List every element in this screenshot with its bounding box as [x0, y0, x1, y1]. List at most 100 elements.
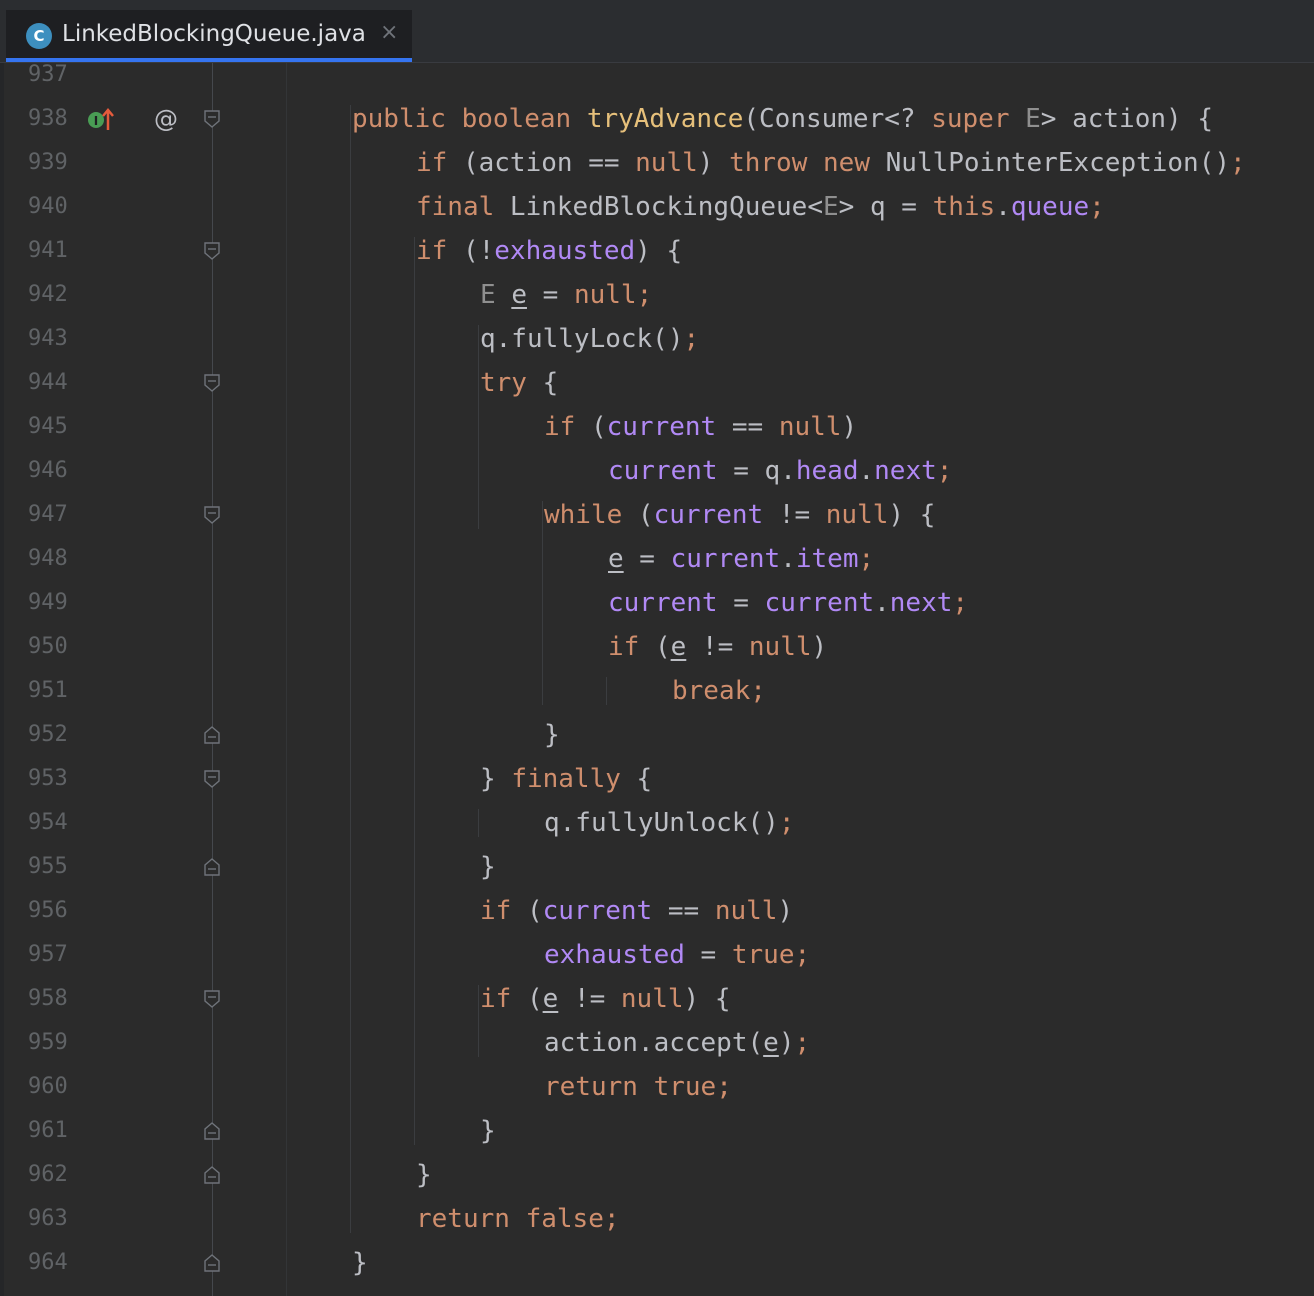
code-line[interactable]: 951 break; [0, 669, 1314, 713]
code-line[interactable]: 958 if (e != null) { [0, 977, 1314, 1021]
code-line[interactable]: 950 if (e != null) [0, 625, 1314, 669]
code-token: ( [526, 984, 543, 1014]
code-line[interactable]: 948 e = current.item; [0, 537, 1314, 581]
code-editor[interactable]: 937 938 I @ public boolean tryAdvance(Consum… [0, 63, 1314, 1296]
code-token: ) [841, 412, 858, 442]
annotation-icon[interactable]: @ [154, 97, 178, 141]
code-token: ; [636, 280, 653, 310]
code-line[interactable]: 956 if (current == null) [0, 889, 1314, 933]
code-token: . [995, 192, 1011, 222]
close-icon[interactable]: × [380, 20, 398, 45]
code-token: return [416, 1204, 526, 1234]
fold-close-icon[interactable] [203, 857, 221, 877]
code-line[interactable]: 939 if (action == null) throw new NullPoi… [0, 141, 1314, 185]
code-token: E [480, 280, 512, 310]
code-line[interactable]: 947 while (current != null) { [0, 493, 1314, 537]
code-line[interactable]: 949 current = current.next; [0, 581, 1314, 625]
code-text: if (!exhausted) { [416, 229, 682, 273]
code-token: null [778, 412, 842, 442]
line-number: 959 [28, 1030, 68, 1055]
code-token: != [686, 632, 749, 662]
line-number: 957 [28, 942, 68, 967]
code-token: > action) { [1040, 104, 1213, 134]
code-line[interactable]: 945 if (current == null) [0, 405, 1314, 449]
code-line[interactable]: 952} [0, 713, 1314, 757]
code-token: = q. [717, 456, 796, 486]
code-text: } [416, 1153, 432, 1197]
code-token: throw [729, 148, 824, 178]
code-token: return [544, 1072, 654, 1102]
code-token: LinkedBlockingQueue< [509, 192, 823, 222]
code-token: } [544, 720, 560, 750]
code-token: . [780, 544, 796, 574]
code-line[interactable]: 941 if (!exhausted) { [0, 229, 1314, 273]
code-token: current [608, 588, 718, 618]
code-token: (action == [462, 148, 636, 178]
fold-close-icon[interactable] [203, 1253, 221, 1273]
code-line[interactable]: 938 I @ public boolean tryAdvance(Consumer<… [0, 97, 1314, 141]
code-token: if [544, 412, 591, 442]
code-line[interactable]: 946 current = q.head.next; [0, 449, 1314, 493]
code-line[interactable]: 964} [0, 1241, 1314, 1285]
line-number: 961 [28, 1118, 68, 1143]
code-token: e [670, 632, 687, 662]
code-token: null [714, 896, 778, 926]
line-number: 939 [28, 150, 68, 175]
code-token: head [795, 456, 859, 486]
fold-close-icon[interactable] [203, 1121, 221, 1141]
code-line[interactable]: 953} finally { [0, 757, 1314, 801]
indent-guide [542, 501, 543, 705]
code-token: null [620, 984, 684, 1014]
fold-close-icon[interactable] [203, 725, 221, 745]
code-line[interactable]: 942 E e = null; [0, 273, 1314, 317]
code-line[interactable]: 961} [0, 1109, 1314, 1153]
fold-open-icon[interactable] [203, 989, 221, 1009]
fold-close-icon[interactable] [203, 1165, 221, 1185]
code-token: == [716, 412, 779, 442]
code-line[interactable]: 957 exhausted = true; [0, 933, 1314, 977]
code-token: q.fullyLock() [480, 324, 684, 354]
fold-open-icon[interactable] [203, 373, 221, 393]
implements-method-icon[interactable]: I [86, 106, 116, 132]
code-text: q.fullyUnlock(); [544, 801, 794, 845]
code-token: } [416, 1160, 432, 1190]
tab-label: LinkedBlockingQueue.java [62, 21, 366, 47]
line-number: 938 [28, 106, 68, 131]
code-text: return true; [544, 1065, 732, 1109]
tab-linkedblockingqueue[interactable]: C LinkedBlockingQueue.java × [6, 10, 412, 62]
code-token: tryAdvance [586, 104, 744, 134]
line-number: 945 [28, 414, 68, 439]
code-line[interactable]: 955} [0, 845, 1314, 889]
code-token: ; [603, 1204, 620, 1234]
indent-guide [478, 809, 479, 837]
code-text: return false; [416, 1197, 620, 1241]
code-line[interactable]: 963 return false; [0, 1197, 1314, 1241]
code-token: ) { [683, 984, 731, 1014]
code-line[interactable]: 954 q.fullyUnlock(); [0, 801, 1314, 845]
code-line[interactable]: 937 [0, 63, 1314, 97]
code-text: while (current != null) { [544, 493, 935, 537]
code-line[interactable]: 960 return true; [0, 1065, 1314, 1109]
code-line[interactable]: 962} [0, 1153, 1314, 1197]
indent-guide [414, 237, 415, 1145]
line-number: 951 [28, 678, 68, 703]
fold-open-icon[interactable] [203, 769, 221, 789]
code-token: current [606, 412, 717, 442]
code-token: exhausted [494, 236, 636, 266]
code-line[interactable]: 944 try { [0, 361, 1314, 405]
code-token: exhausted [544, 940, 685, 970]
code-line[interactable]: 943 q.fullyLock(); [0, 317, 1314, 361]
code-line[interactable]: 959 action.accept(e); [0, 1021, 1314, 1065]
code-text: current = q.head.next; [608, 449, 952, 493]
code-token: new [823, 148, 886, 178]
code-token: null [635, 148, 698, 178]
fold-open-icon[interactable] [203, 505, 221, 525]
code-token: > q = [838, 192, 933, 222]
code-token: } [480, 764, 512, 794]
code-line[interactable]: 940 final LinkedBlockingQueue<E> q = this… [0, 185, 1314, 229]
fold-open-icon[interactable] [203, 241, 221, 261]
fold-open-icon[interactable] [203, 109, 221, 129]
code-token: null [573, 280, 637, 310]
line-number: 940 [28, 194, 68, 219]
line-number: 953 [28, 766, 68, 791]
